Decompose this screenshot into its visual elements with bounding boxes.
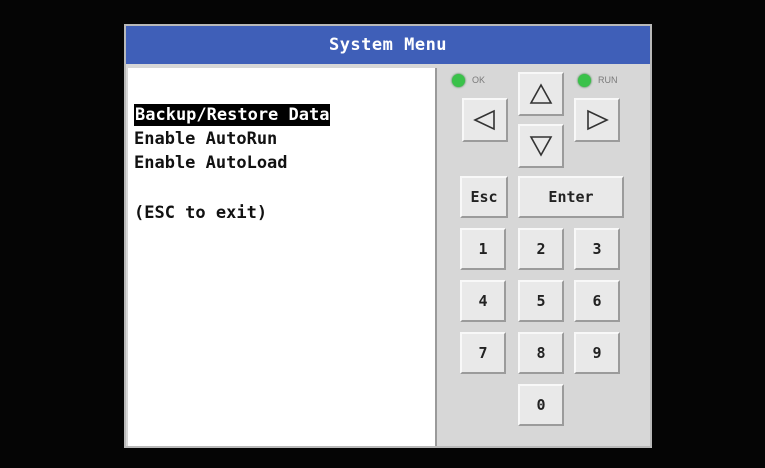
down-arrow-icon: [529, 136, 553, 157]
enter-button[interactable]: Enter: [518, 176, 624, 218]
hmi-device: System Menu Backup/Restore Data Enable A…: [124, 24, 652, 448]
run-label: RUN: [598, 75, 618, 85]
up-arrow-button[interactable]: [518, 72, 564, 116]
key-1[interactable]: 1: [460, 228, 506, 270]
right-arrow-button[interactable]: [574, 98, 620, 142]
exit-hint: (ESC to exit): [134, 203, 268, 223]
window-title: System Menu: [126, 26, 650, 64]
menu-screen: Backup/Restore Data Enable AutoRun Enabl…: [128, 68, 437, 446]
esc-button[interactable]: Esc: [460, 176, 508, 218]
key-7[interactable]: 7: [460, 332, 506, 374]
up-arrow-icon: [529, 83, 553, 104]
ok-label: OK: [472, 75, 486, 85]
right-arrow-icon: [587, 109, 609, 131]
menu-item-backup-restore-data[interactable]: Backup/Restore Data: [134, 104, 331, 126]
menu-item-enable-autorun[interactable]: Enable AutoRun: [134, 128, 277, 150]
left-arrow-button[interactable]: [462, 98, 508, 142]
key-0[interactable]: 0: [518, 384, 564, 426]
key-5[interactable]: 5: [518, 280, 564, 322]
page: System Menu Backup/Restore Data Enable A…: [0, 0, 765, 468]
keypad: OK RUN Esc Enter 1 2 3 4 5 6 7 8 9 0: [440, 68, 648, 446]
left-arrow-icon: [473, 109, 495, 131]
key-2[interactable]: 2: [518, 228, 564, 270]
key-8[interactable]: 8: [518, 332, 564, 374]
ok-led-icon: [452, 74, 465, 87]
key-9[interactable]: 9: [574, 332, 620, 374]
key-3[interactable]: 3: [574, 228, 620, 270]
menu-item-enable-autoload[interactable]: Enable AutoLoad: [134, 152, 288, 174]
down-arrow-button[interactable]: [518, 124, 564, 168]
run-led-icon: [578, 74, 591, 87]
key-4[interactable]: 4: [460, 280, 506, 322]
key-6[interactable]: 6: [574, 280, 620, 322]
